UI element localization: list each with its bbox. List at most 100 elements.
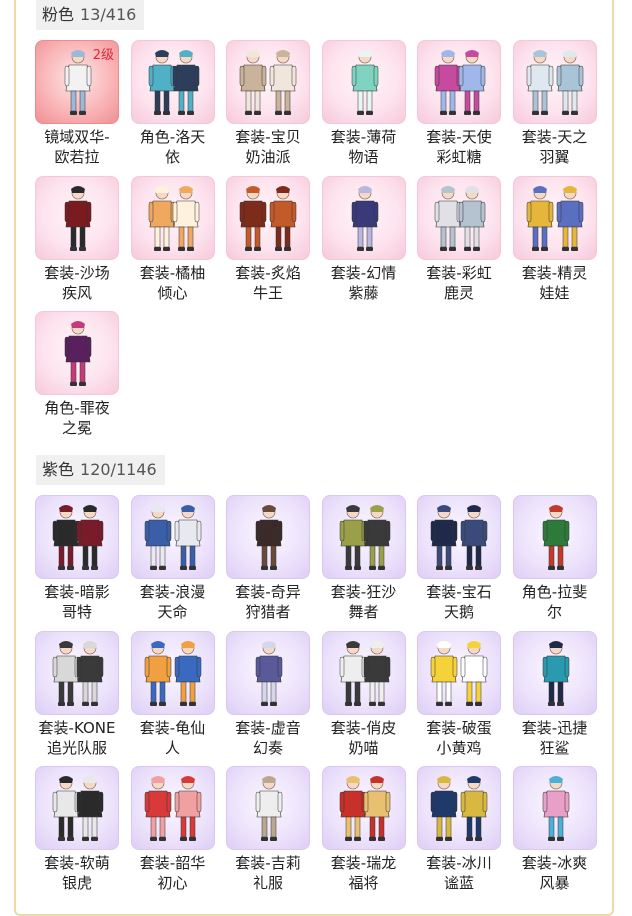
outfit-label: 套装-龟仙 人 <box>139 718 206 757</box>
outfit-label: 套装-冰川 谧蓝 <box>426 854 492 892</box>
outfit-label: 角色-洛天 依 <box>139 128 206 166</box>
outfit-label: 套装-精灵 娃娃 <box>521 263 588 302</box>
outfit-item[interactable]: 套装-天之 羽翼 <box>512 40 597 167</box>
outfit-label: 套装-幻情 紫藤 <box>330 263 397 302</box>
section-header: 粉色 13/416 <box>36 0 145 30</box>
section-title: 粉色 <box>42 5 75 24</box>
outfit-label: 套装-韶华 初心 <box>139 854 206 892</box>
outfit-thumbnail[interactable] <box>35 495 119 579</box>
outfit-item[interactable]: 套装-天使 彩虹糖 <box>417 40 501 167</box>
outfit-label: 套装-破蛋 小黄鸡 <box>426 718 492 757</box>
outfit-label: 套装-天之 羽翼 <box>521 128 588 166</box>
outfit-thumbnail[interactable] <box>321 766 406 850</box>
outfit-label: 套装-奇异 狩猎者 <box>235 583 301 621</box>
outfit-item[interactable]: 套装-薄荷 物语 <box>321 40 406 167</box>
outfit-label: 套装-沙场 疾风 <box>44 263 110 302</box>
outfit-item[interactable]: 套装-破蛋 小黄鸡 <box>417 630 501 758</box>
outfit-label: 套装-浪漫 天命 <box>139 583 206 621</box>
outfit-thumbnail[interactable] <box>321 40 406 124</box>
outfit-thumbnail[interactable] <box>226 766 310 850</box>
outfit-item[interactable]: 角色-罪夜 之冕 <box>35 311 119 438</box>
outfit-label: 套装-宝贝 奶油派 <box>235 128 301 166</box>
outfit-item[interactable]: 2级镜域双华- 欧若拉 <box>35 40 119 167</box>
outfit-item[interactable]: 套装-吉莉 礼服 <box>226 766 310 893</box>
section-title: 紫色 <box>42 460 75 479</box>
outfit-item[interactable]: 角色-拉斐 尔 <box>512 495 597 622</box>
outfit-thumbnail[interactable] <box>417 766 501 850</box>
outfit-thumbnail[interactable] <box>226 630 310 715</box>
outfit-item[interactable]: 套装-软萌 银虎 <box>35 766 119 893</box>
outfit-thumbnail[interactable] <box>512 40 597 124</box>
outfit-item[interactable]: 套装-KONE 追光队服 <box>35 630 119 758</box>
outfit-thumbnail[interactable] <box>512 175 597 260</box>
outfit-item[interactable]: 套装-炙焰 牛王 <box>226 175 310 303</box>
outfit-item[interactable]: 套装-橘柚 倾心 <box>130 175 215 303</box>
outfit-label: 角色-罪夜 之冕 <box>44 399 110 437</box>
outfit-thumbnail[interactable] <box>321 175 406 260</box>
outfit-label: 套装-瑞龙 福将 <box>330 854 397 892</box>
outfit-thumbnail[interactable] <box>130 766 215 850</box>
outfit-label: 套装-狂沙 舞者 <box>330 583 397 621</box>
section-header: 紫色 120/1146 <box>36 455 165 485</box>
outfit-item[interactable]: 套装-彩虹 鹿灵 <box>417 175 501 303</box>
outfit-label: 套装-橘柚 倾心 <box>139 263 206 302</box>
outfit-label: 套装-冰爽 风暴 <box>521 854 588 892</box>
outfit-label: 套装-虚音 幻奏 <box>235 718 301 757</box>
outfit-thumbnail[interactable] <box>417 175 501 260</box>
outfit-thumbnail[interactable] <box>417 495 501 579</box>
outfit-thumbnail[interactable] <box>512 495 597 579</box>
outfit-item[interactable]: 套装-韶华 初心 <box>130 766 215 893</box>
outfit-label: 套装-彩虹 鹿灵 <box>426 263 492 302</box>
outfit-thumbnail[interactable] <box>130 630 215 715</box>
outfit-item[interactable]: 套装-冰爽 风暴 <box>512 766 597 893</box>
outfit-label: 套装-暗影 哥特 <box>44 583 110 621</box>
outfit-thumbnail[interactable] <box>321 630 406 715</box>
outfit-item[interactable]: 套装-俏皮 奶喵 <box>321 630 406 758</box>
outfit-thumbnail[interactable] <box>130 495 215 579</box>
outfit-thumbnail[interactable] <box>226 40 310 124</box>
outfit-item[interactable]: 套装-冰川 谧蓝 <box>417 766 501 893</box>
outfit-item[interactable]: 套装-暗影 哥特 <box>35 495 119 622</box>
outfit-thumbnail[interactable] <box>35 175 119 260</box>
outfit-item[interactable]: 套装-沙场 疾风 <box>35 175 119 303</box>
outfit-thumbnail[interactable] <box>417 40 501 124</box>
outfit-thumbnail[interactable] <box>226 495 310 579</box>
outfit-item[interactable]: 套装-宝贝 奶油派 <box>226 40 310 167</box>
outfit-item[interactable]: 套装-迅捷 狂鲨 <box>512 630 597 758</box>
outfit-item[interactable]: 套装-瑞龙 福将 <box>321 766 406 893</box>
outfit-label: 套装-炙焰 牛王 <box>235 263 301 302</box>
outfit-thumbnail[interactable] <box>35 766 119 850</box>
outfit-thumbnail[interactable]: 2级 <box>35 40 119 124</box>
outfit-label: 套装-薄荷 物语 <box>330 128 397 166</box>
outfit-label: 套装-迅捷 狂鲨 <box>521 718 588 757</box>
outfit-item[interactable]: 套装-幻情 紫藤 <box>321 175 406 303</box>
outfit-thumbnail[interactable] <box>130 40 215 124</box>
level-badge: 2级 <box>92 48 114 63</box>
outfit-thumbnail[interactable] <box>512 630 597 715</box>
outfit-label: 套装-软萌 银虎 <box>44 854 110 892</box>
outfit-label: 套装-天使 彩虹糖 <box>426 128 492 166</box>
outfit-item[interactable]: 套装-奇异 狩猎者 <box>226 495 310 622</box>
outfit-thumbnail[interactable] <box>130 175 215 260</box>
section-count: 120/1146 <box>80 460 157 479</box>
outfit-label: 套装-俏皮 奶喵 <box>330 718 397 757</box>
outfit-thumbnail[interactable] <box>512 766 597 850</box>
outfit-item[interactable]: 套装-龟仙 人 <box>130 630 215 758</box>
outfit-thumbnail[interactable] <box>226 175 310 260</box>
outfit-label: 角色-拉斐 尔 <box>521 583 588 621</box>
outfit-item[interactable]: 套装-狂沙 舞者 <box>321 495 406 622</box>
section-count: 13/416 <box>80 5 137 24</box>
outfit-item[interactable]: 套装-浪漫 天命 <box>130 495 215 622</box>
outfit-label: 套装-吉莉 礼服 <box>235 854 301 892</box>
outfit-label: 套装-宝石 天鹅 <box>426 583 492 621</box>
outfit-item[interactable]: 角色-洛天 依 <box>130 40 215 167</box>
outfit-item[interactable]: 套装-精灵 娃娃 <box>512 175 597 303</box>
outfit-thumbnail[interactable] <box>35 311 119 395</box>
outfit-thumbnail[interactable] <box>321 495 406 579</box>
outfit-label: 套装-KONE 追光队服 <box>38 718 116 757</box>
outfit-thumbnail[interactable] <box>417 630 501 715</box>
outfit-item[interactable]: 套装-虚音 幻奏 <box>226 630 310 758</box>
outfit-label: 镜域双华- 欧若拉 <box>44 128 110 166</box>
outfit-thumbnail[interactable] <box>35 630 119 715</box>
outfit-item[interactable]: 套装-宝石 天鹅 <box>417 495 501 622</box>
